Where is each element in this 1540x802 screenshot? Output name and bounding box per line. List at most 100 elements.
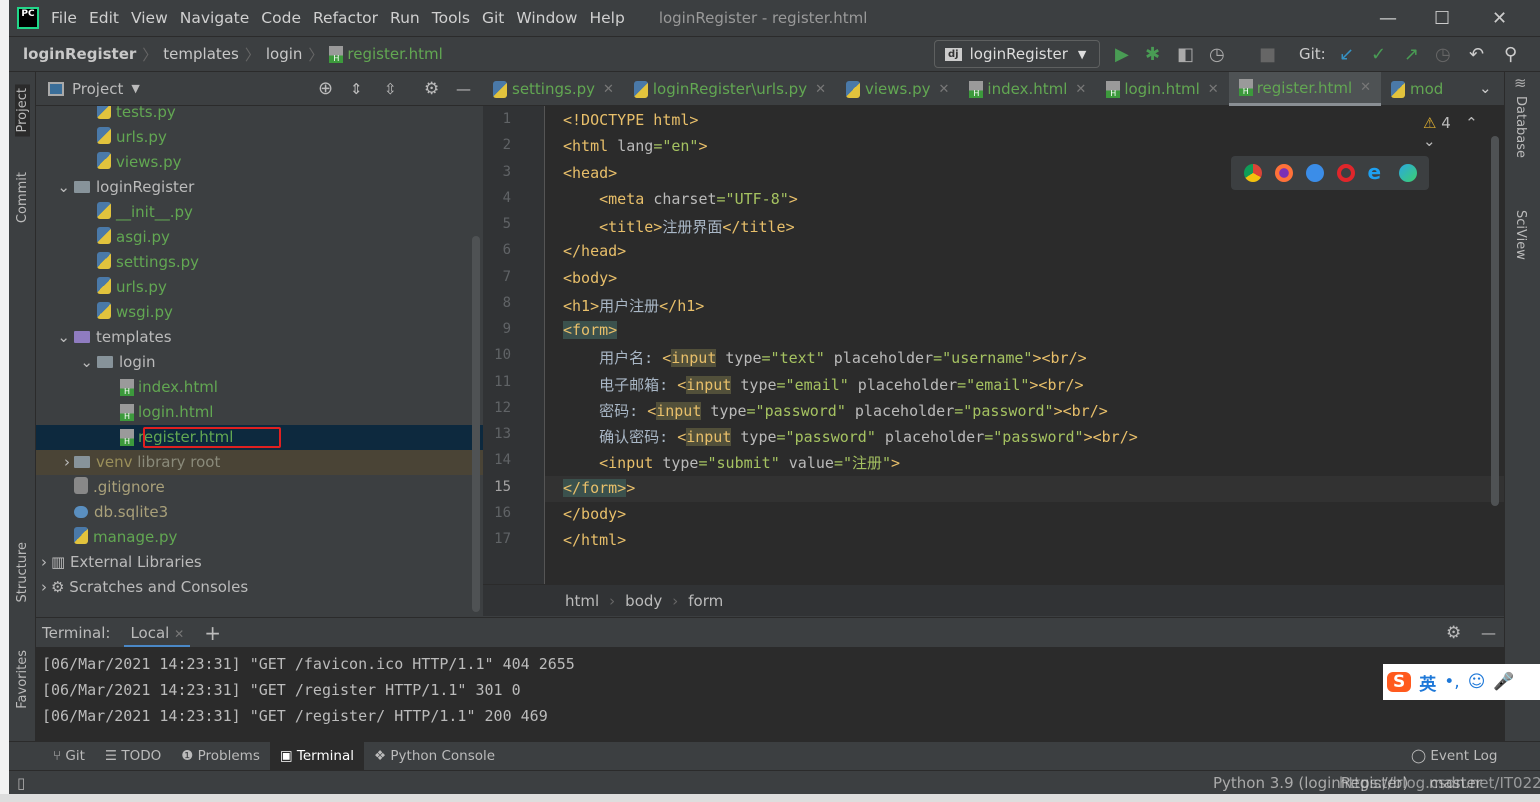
editor-tab[interactable]: settings.py ✕ <box>483 72 624 106</box>
history-icon[interactable]: ◷ <box>1435 44 1451 65</box>
editor-tab[interactable]: loginRegister\urls.py ✕ <box>624 72 836 106</box>
stop-icon[interactable]: ■ <box>1259 44 1276 65</box>
firefox-icon[interactable] <box>1274 164 1293 182</box>
gear-icon[interactable]: ⚙ <box>424 79 439 99</box>
tree-item[interactable]: Hindex.html <box>36 375 483 400</box>
maximize-button[interactable]: ☐ <box>1434 8 1450 29</box>
structure-tool-tab[interactable]: Structure <box>15 542 30 602</box>
close-button[interactable]: ✕ <box>1492 8 1507 29</box>
ime-language[interactable]: 英 <box>1419 670 1436 695</box>
crumb-html[interactable]: html <box>565 592 599 610</box>
editor-tab[interactable]: views.py ✕ <box>836 72 959 106</box>
menu-tools[interactable]: Tools <box>432 9 470 27</box>
database-tool-tab[interactable]: Database <box>1513 96 1528 158</box>
sciview-tool-tab[interactable]: SciView <box>1513 210 1528 260</box>
close-icon[interactable]: ✕ <box>1208 82 1219 97</box>
tree-item[interactable]: wsgi.py <box>36 300 483 325</box>
terminal-tool-button[interactable]: ▣ Terminal <box>269 741 364 771</box>
tree-item[interactable]: › venv library root <box>36 450 483 475</box>
opera-icon[interactable] <box>1336 164 1355 182</box>
project-panel-title[interactable]: Project <box>72 80 123 98</box>
menu-edit[interactable]: Edit <box>89 9 119 27</box>
menu-refactor[interactable]: Refactor <box>313 9 378 27</box>
menu-window[interactable]: Window <box>516 9 577 27</box>
menu-view[interactable]: View <box>131 9 168 27</box>
locate-icon[interactable]: ⊕ <box>318 78 333 99</box>
minimize-button[interactable]: — <box>1379 8 1397 29</box>
event-log-button[interactable]: ◯ Event Log <box>1401 742 1507 771</box>
search-icon[interactable]: ⚲ <box>1504 44 1517 65</box>
close-icon[interactable]: ✕ <box>603 82 614 97</box>
menu-code[interactable]: Code <box>261 9 301 27</box>
problems-tool-button[interactable]: ❶ Problems <box>171 742 270 771</box>
tree-item[interactable]: views.py <box>36 150 483 175</box>
editor-tab[interactable]: Hindex.html ✕ <box>959 72 1096 106</box>
tree-item[interactable]: › ▥ External Libraries <box>36 550 483 575</box>
editor-scrollbar[interactable] <box>1491 136 1499 506</box>
microphone-icon[interactable]: 🎤 <box>1493 672 1514 692</box>
git-commit-icon[interactable]: ✓ <box>1371 44 1386 65</box>
emoji-icon[interactable]: ☺ <box>1468 672 1486 692</box>
chevron-right-icon[interactable]: › <box>36 550 51 575</box>
tree-item[interactable]: settings.py <box>36 250 483 275</box>
safari-icon[interactable] <box>1305 164 1324 182</box>
rollback-icon[interactable]: ↶ <box>1469 44 1484 65</box>
close-icon[interactable]: ✕ <box>939 82 950 97</box>
expand-all-icon[interactable]: ⇕ <box>350 80 363 98</box>
tree-item[interactable]: › ⚙ Scratches and Consoles <box>36 575 483 600</box>
punctuation-icon[interactable]: •, <box>1444 672 1459 692</box>
tree-scrollbar[interactable] <box>472 236 480 612</box>
menu-navigate[interactable]: Navigate <box>180 9 250 27</box>
tabs-overflow-chevron-icon[interactable]: ⌄ <box>1479 79 1492 97</box>
close-icon[interactable]: ✕ <box>815 82 826 97</box>
chevron-down-icon[interactable]: ⌄ <box>36 175 74 200</box>
crumb-file[interactable]: register.html <box>347 45 442 63</box>
tree-item[interactable]: .gitignore <box>36 475 483 500</box>
hide-icon[interactable]: — <box>1481 624 1496 642</box>
sogou-icon[interactable]: S <box>1387 672 1412 692</box>
profile-icon[interactable]: ◷ <box>1209 44 1225 65</box>
ie-icon[interactable]: e <box>1368 162 1386 182</box>
new-terminal-plus-icon[interactable]: + <box>204 621 221 645</box>
chevron-right-icon[interactable]: › <box>36 450 74 475</box>
tree-item[interactable]: db.sqlite3 <box>36 500 483 525</box>
tree-item[interactable]: ⌄ login <box>36 350 483 375</box>
favorites-tool-tab[interactable]: Favorites <box>15 650 30 709</box>
git-push-icon[interactable]: ↗ <box>1404 44 1419 65</box>
collapse-all-icon[interactable]: ⇳ <box>384 80 397 98</box>
terminal-output[interactable]: [06/Mar/2021 14:23:31] "GET /favicon.ico… <box>36 647 1504 741</box>
project-tool-tab[interactable]: Project <box>15 84 30 137</box>
close-icon[interactable]: ✕ <box>174 627 184 641</box>
crumb-templates[interactable]: templates <box>163 45 239 63</box>
git-update-icon[interactable]: ↙ <box>1339 44 1354 65</box>
chevron-right-icon[interactable]: › <box>36 575 51 600</box>
editor-tab[interactable]: Hregister.html ✕ <box>1228 72 1382 106</box>
tree-item[interactable]: urls.py <box>36 125 483 150</box>
menu-run[interactable]: Run <box>390 9 420 27</box>
commit-tool-tab[interactable]: Commit <box>15 172 30 223</box>
crumb-body[interactable]: body <box>625 592 662 610</box>
tree-item[interactable]: Hlogin.html <box>36 400 483 425</box>
python-console-tool-button[interactable]: ❖ Python Console <box>364 742 505 771</box>
menu-help[interactable]: Help <box>589 9 624 27</box>
tree-item[interactable]: tests.py <box>36 106 483 125</box>
editor-tab[interactable]: Hlogin.html ✕ <box>1096 72 1228 106</box>
coverage-icon[interactable]: ◧ <box>1177 44 1194 65</box>
menu-git[interactable]: Git <box>482 9 504 27</box>
tree-item[interactable]: urls.py <box>36 275 483 300</box>
chevron-down-icon[interactable]: ⌄ <box>36 350 97 375</box>
crumb-project[interactable]: loginRegister <box>23 45 136 63</box>
run-configuration-select[interactable]: dj loginRegister ▼ <box>934 40 1100 68</box>
tree-item[interactable]: ⌄ loginRegister <box>36 175 483 200</box>
debug-icon[interactable]: ✱ <box>1145 44 1160 65</box>
close-icon[interactable]: ✕ <box>1360 80 1371 95</box>
close-icon[interactable]: ✕ <box>1075 82 1086 97</box>
editor-tab[interactable]: mod <box>1381 72 1453 106</box>
status-layout-icon[interactable]: ▯ <box>17 774 25 792</box>
tree-item[interactable]: __init__.py <box>36 200 483 225</box>
chrome-icon[interactable] <box>1243 164 1262 182</box>
run-icon[interactable]: ▶ <box>1115 44 1129 65</box>
tree-item[interactable]: ⌄ templates <box>36 325 483 350</box>
tree-item[interactable]: Hregister.html <box>36 425 483 450</box>
crumb-form[interactable]: form <box>688 592 723 610</box>
